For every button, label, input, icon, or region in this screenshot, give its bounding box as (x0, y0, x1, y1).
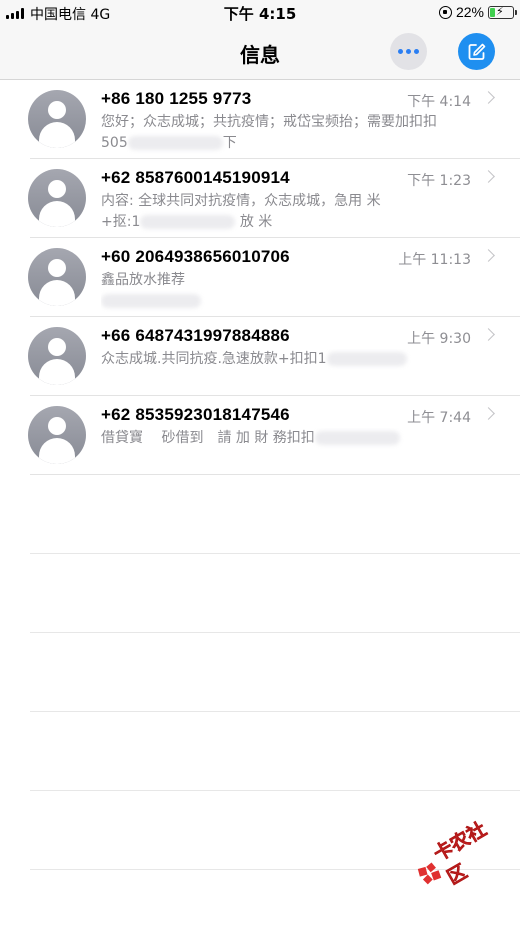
ellipsis-icon (398, 49, 403, 54)
preview-line-start: 505 (101, 135, 128, 151)
empty-row (0, 475, 520, 554)
preview-line: 鑫品放水推荐 (101, 272, 185, 288)
conversation-row[interactable]: +66 6487431997884886 上午 9:30 众志成城.共同抗疫.急… (0, 317, 520, 396)
chevron-right-icon (482, 407, 495, 420)
ellipsis-dot (414, 49, 419, 54)
more-options-button[interactable] (390, 33, 427, 70)
preview-line-end: 下 (222, 135, 237, 151)
message-time: 上午 9:30 (407, 331, 471, 347)
chevron-right-icon (482, 328, 495, 341)
avatar (28, 406, 86, 464)
empty-row (0, 712, 520, 791)
conversation-row[interactable]: +62 8587600145190914 下午 1:23 内容: 全球共同对抗疫… (0, 159, 520, 238)
battery-charging-icon: ⚡ (488, 5, 517, 19)
sender-number: +86 180 1255 9773 (101, 89, 252, 108)
sender-number: +62 8535923018147546 (101, 405, 290, 424)
sender-number: +60 2064938656010706 (101, 247, 290, 266)
empty-row (0, 633, 520, 712)
avatar (28, 327, 86, 385)
chevron-right-icon (482, 170, 495, 183)
conversation-row[interactable]: +86 180 1255 9773 下午 4:14 您好；众志成城；共抗疫情；戒… (0, 80, 520, 159)
message-preview: 内容: 全球共同对抗疫情，众志成城，急用 米 +抠:1 放 米 (101, 191, 483, 233)
redacted-text (101, 294, 201, 308)
chevron-right-icon (482, 249, 495, 262)
redacted-text (140, 215, 236, 229)
chevron-right-icon (482, 91, 495, 104)
page-title: 信息 (240, 43, 280, 67)
message-preview: 您好；众志成城；共抗疫情；戒岱宝频抬；需要加扣扣 505 下 (101, 112, 483, 154)
message-list: +86 180 1255 9773 下午 4:14 您好；众志成城；共抗疫情；戒… (0, 80, 520, 870)
message-time: 下午 4:14 (407, 94, 471, 110)
message-time: 上午 11:13 (398, 252, 471, 268)
avatar (28, 248, 86, 306)
message-preview: 众志成城.共同抗疫.急速放款+扣扣1 (101, 349, 483, 370)
message-time: 下午 1:23 (407, 173, 471, 189)
conversation-row[interactable]: +62 8535923018147546 上午 7:44 借貸寶 砂借到 請 加… (0, 396, 520, 475)
battery-percent: 22% (455, 4, 484, 20)
empty-row (0, 554, 520, 633)
status-bar: 中国电信 4G 下午 4:15 22% ⚡ (0, 0, 520, 26)
preview-line: 您好；众志成城；共抗疫情；戒岱宝频抬；需要加扣扣 (101, 114, 437, 130)
preview-line-start: +抠:1 (101, 214, 141, 230)
avatar (28, 169, 86, 227)
rotation-lock-icon (438, 5, 452, 19)
sender-number: +62 8587600145190914 (101, 168, 290, 187)
redacted-text (127, 136, 223, 150)
redacted-text (326, 352, 407, 366)
compose-button[interactable] (458, 33, 495, 70)
battery-fill (490, 7, 495, 17)
message-preview: 借貸寶 砂借到 請 加 財 務扣扣 (101, 428, 483, 449)
sender-number: +66 6487431997884886 (101, 326, 290, 345)
preview-line: 借貸寶 砂借到 請 加 財 務扣扣 (101, 430, 315, 446)
ellipsis-dot (406, 49, 411, 54)
conversation-row[interactable]: +60 2064938656010706 上午 11:13 鑫品放水推荐 (0, 238, 520, 317)
preview-line-end: 放 米 (239, 214, 273, 230)
preview-line: 众志成城.共同抗疫.急速放款+扣扣1 (101, 351, 327, 367)
preview-line: 内容: 全球共同对抗疫情，众志成城，急用 米 (101, 193, 381, 209)
compose-icon (468, 43, 485, 60)
redacted-text (314, 431, 400, 445)
avatar (28, 90, 86, 148)
message-time: 上午 7:44 (407, 410, 471, 426)
nav-bar: 信息 (0, 26, 520, 80)
message-preview: 鑫品放水推荐 (101, 270, 483, 312)
